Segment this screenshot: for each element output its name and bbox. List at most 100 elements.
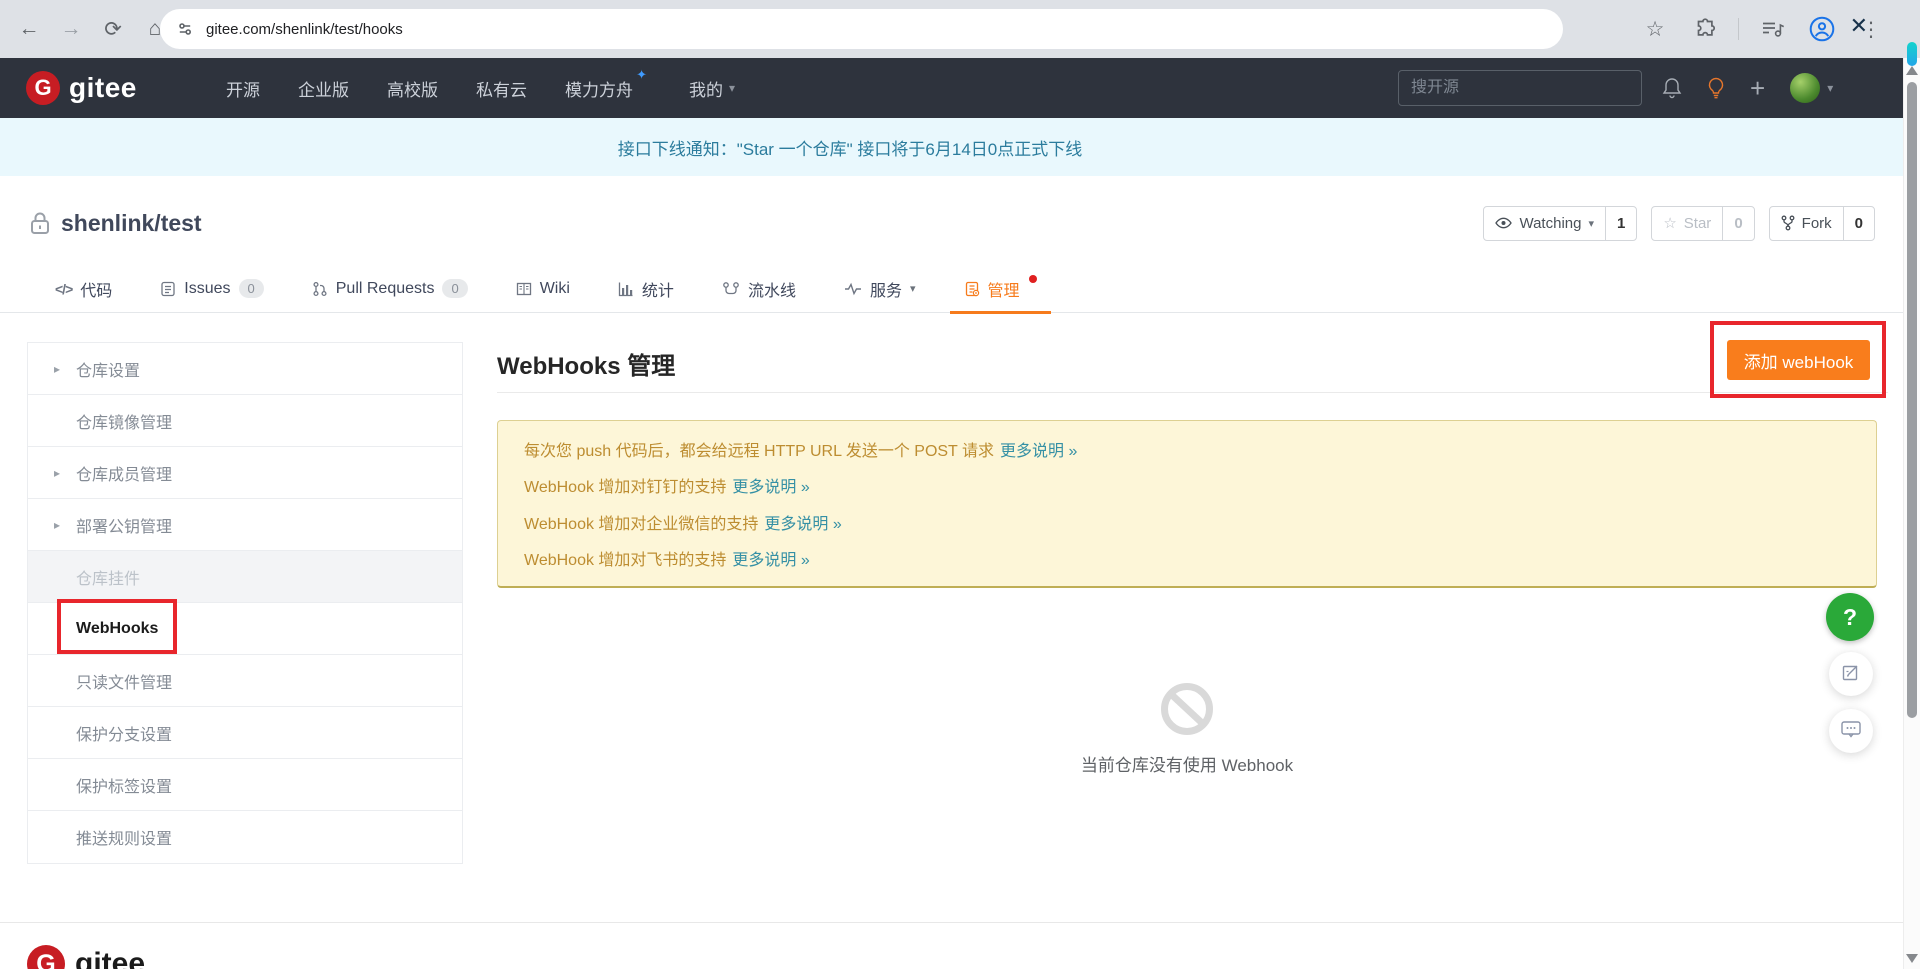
tab-issues[interactable]: Issues 0 — [136, 265, 287, 313]
nav-item-model-ark[interactable]: 模力方舟 ✦ — [565, 76, 633, 101]
section-divider — [497, 392, 1888, 393]
notification-dot — [1029, 275, 1037, 283]
notice-text: WebHook 增加对钉钉的支持 — [524, 479, 726, 496]
more-info-link[interactable]: 更多说明 » — [764, 516, 841, 533]
address-bar[interactable]: gitee.com/shenlink/test/hooks — [160, 9, 1563, 49]
feedback-edit-button[interactable] — [1829, 652, 1873, 696]
sparkle-icon: ✦ — [636, 67, 647, 83]
tab-pipeline[interactable]: 流水线 — [698, 265, 820, 313]
sidebar-item-label: 只读文件管理 — [76, 669, 172, 693]
more-info-link[interactable]: 更多说明 » — [732, 552, 809, 569]
site-settings-icon[interactable] — [176, 20, 194, 38]
nav-item-label: 模力方舟 — [565, 81, 633, 100]
webhook-notice-box: 每次您 push 代码后，都会给远程 HTTP URL 发送一个 POST 请求… — [497, 420, 1877, 588]
sidebar-item-webhooks[interactable]: WebHooks — [28, 603, 462, 655]
sidebar-item-repo-settings[interactable]: ▸ 仓库设置 — [28, 343, 462, 395]
notice-text: 接口下线通知："Star 一个仓库" 接口将于6月14日0点正式下线 — [618, 135, 1083, 160]
tab-pull-requests[interactable]: Pull Requests 0 — [288, 265, 492, 313]
comment-bubble-icon — [1840, 719, 1862, 744]
gitee-logo-text: gitee — [69, 72, 137, 104]
prohibition-icon — [1160, 682, 1214, 736]
scrollbar-thumb[interactable] — [1907, 82, 1917, 718]
avatar — [1790, 73, 1820, 103]
fork-button[interactable]: Fork 0 — [1769, 206, 1875, 241]
sidebar-item-repo-widgets[interactable]: 仓库挂件 — [28, 551, 462, 603]
sidebar-item-deploy-keys[interactable]: ▸ 部署公钥管理 — [28, 499, 462, 551]
page-footer: G gitee — [0, 922, 1920, 969]
page-title: WebHooks 管理 — [497, 346, 675, 381]
nav-item-opensource[interactable]: 开源 — [226, 76, 260, 101]
more-info-link[interactable]: 更多说明 » — [1000, 443, 1077, 460]
nav-item-mine[interactable]: 我的 ▾ — [689, 76, 735, 101]
empty-state: 当前仓库没有使用 Webhook — [497, 682, 1877, 776]
browser-profile-avatar[interactable] — [1807, 9, 1837, 49]
sidebar-item-readonly-files[interactable]: 只读文件管理 — [28, 655, 462, 707]
chevron-down-icon: ▾ — [1588, 217, 1594, 230]
sidebar-item-protected-branches[interactable]: 保护分支设置 — [28, 707, 462, 759]
nav-item-private-cloud[interactable]: 私有云 — [476, 76, 527, 101]
sidebar-item-member-management[interactable]: ▸ 仓库成员管理 — [28, 447, 462, 499]
scrollbar-up-arrow[interactable] — [1906, 66, 1918, 75]
notice-text: 每次您 push 代码后，都会给远程 HTTP URL 发送一个 POST 请求 — [524, 443, 994, 460]
tab-statistics[interactable]: 统计 — [594, 265, 698, 313]
star-button[interactable]: ☆ Star 0 — [1651, 206, 1754, 241]
manage-icon — [964, 281, 980, 297]
eye-icon — [1495, 216, 1512, 230]
edit-icon — [1841, 662, 1861, 687]
sidebar-item-mirror-management[interactable]: 仓库镜像管理 — [28, 395, 462, 447]
back-icon[interactable]: ← — [8, 9, 50, 49]
gitee-navbar: G gitee 开源 企业版 高校版 私有云 模力方舟 ✦ 我的 ▾ — [0, 58, 1920, 118]
scroll-position-marker — [1907, 42, 1917, 66]
create-new-plus-icon[interactable]: + — [1750, 75, 1765, 101]
extensions-icon[interactable] — [1689, 9, 1719, 49]
gitee-logo[interactable]: G gitee — [26, 71, 137, 105]
fork-count[interactable]: 0 — [1843, 207, 1874, 240]
nav-item-label: 我的 — [689, 76, 723, 101]
gitee-logo-icon: G — [26, 71, 60, 105]
watching-label: Watching — [1519, 215, 1581, 232]
user-avatar-menu[interactable]: ▾ — [1790, 73, 1833, 103]
issues-icon — [160, 281, 176, 297]
page-scrollbar[interactable] — [1903, 58, 1920, 969]
sidebar-item-protected-tags[interactable]: 保护标签设置 — [28, 759, 462, 811]
sidebar-item-label: 仓库镜像管理 — [76, 409, 172, 433]
sidebar-item-push-rules[interactable]: 推送规则设置 — [28, 811, 462, 863]
pipeline-icon — [722, 281, 740, 297]
media-controls-icon[interactable] — [1758, 9, 1788, 49]
url-text[interactable]: gitee.com/shenlink/test/hooks — [206, 21, 403, 38]
comments-button[interactable] — [1829, 709, 1873, 753]
nav-item-enterprise[interactable]: 企业版 — [298, 76, 349, 101]
add-webhook-button[interactable]: 添加 webHook — [1727, 340, 1870, 380]
forward-icon[interactable]: → — [50, 9, 92, 49]
tab-manage[interactable]: 管理 — [940, 265, 1061, 313]
sidebar-item-label: WebHooks — [76, 620, 158, 638]
watching-count[interactable]: 1 — [1605, 207, 1636, 240]
bookmark-star-icon[interactable]: ☆ — [1640, 9, 1670, 49]
nav-item-education[interactable]: 高校版 — [387, 76, 438, 101]
gitee-webhooks-page: ← → ⟳ ⌂ gitee.com/shenlink/test/hooks ☆ … — [0, 0, 1920, 969]
footer-logo-text: gitee — [75, 947, 145, 969]
pull-request-icon — [312, 281, 328, 297]
sidebar-item-label: 保护分支设置 — [76, 721, 172, 745]
notifications-bell-icon[interactable] — [1662, 77, 1682, 99]
help-button[interactable]: ? — [1826, 593, 1874, 641]
tab-services[interactable]: 服务 ▾ — [820, 265, 940, 313]
search-input[interactable] — [1398, 70, 1642, 106]
tips-bulb-icon[interactable] — [1707, 77, 1725, 99]
tab-label: Wiki — [540, 280, 570, 298]
tab-label: 流水线 — [748, 277, 796, 301]
more-info-link[interactable]: 更多说明 » — [732, 479, 809, 496]
tab-wiki[interactable]: Wiki — [492, 265, 594, 313]
banner-close-icon[interactable]: ✕ — [1850, 15, 1868, 37]
scrollbar-down-arrow[interactable] — [1906, 954, 1918, 963]
star-count[interactable]: 0 — [1722, 207, 1753, 240]
chevron-right-icon: ▸ — [54, 362, 60, 376]
notice-text: WebHook 增加对企业微信的支持 — [524, 516, 758, 533]
issues-count-badge: 0 — [239, 279, 264, 298]
tab-code[interactable]: </> 代码 — [55, 265, 136, 313]
star-icon: ☆ — [1663, 214, 1676, 232]
reload-icon[interactable]: ⟳ — [92, 9, 134, 49]
footer-gitee-logo[interactable]: G gitee — [27, 945, 145, 969]
pulse-icon — [844, 281, 862, 297]
watching-button[interactable]: Watching ▾ 1 — [1483, 206, 1637, 241]
